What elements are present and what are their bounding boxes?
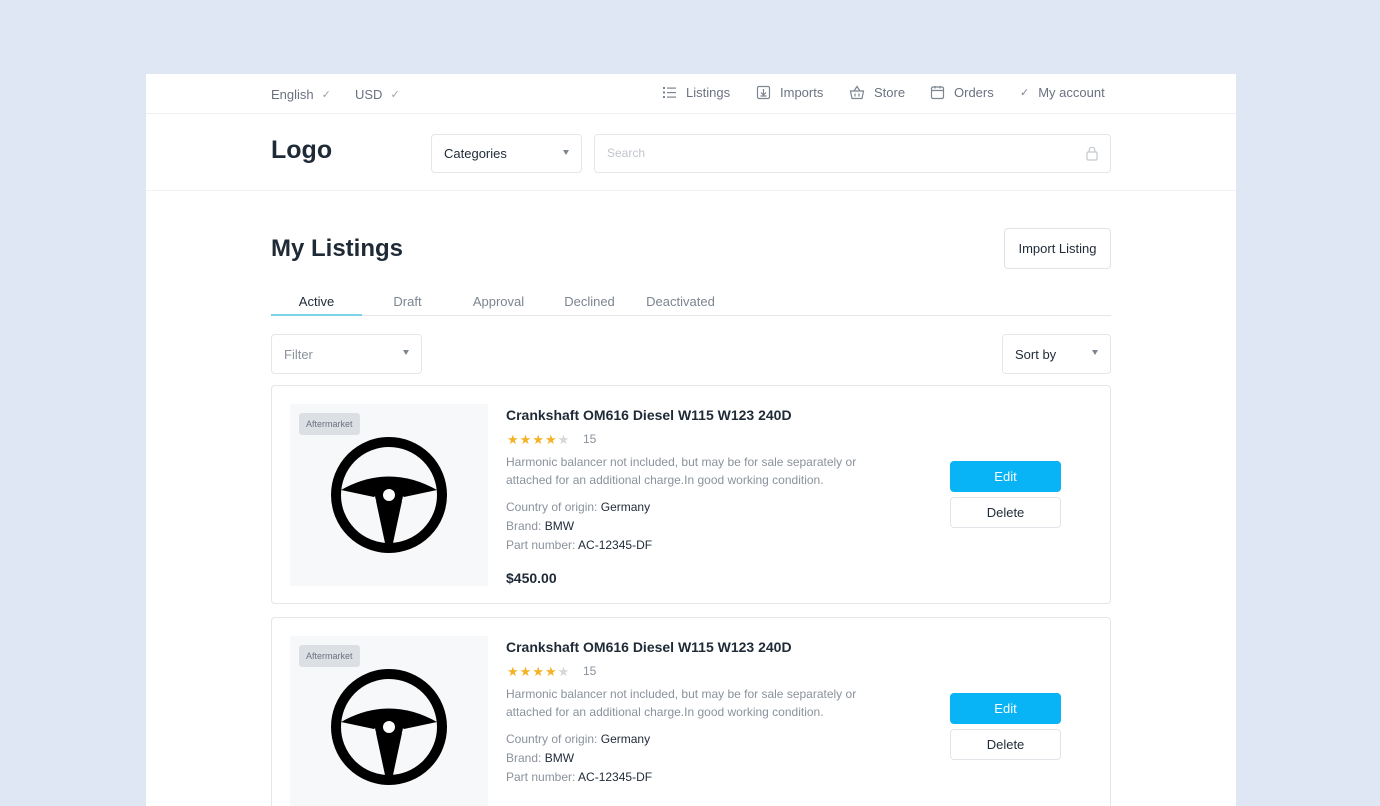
sort-dropdown[interactable]: Sort by bbox=[1002, 334, 1111, 374]
caret-down-icon bbox=[403, 350, 409, 355]
star-icon: ★ bbox=[532, 664, 545, 679]
brand-row: Brand: BMW bbox=[506, 751, 574, 765]
tab-draft[interactable]: Draft bbox=[362, 294, 453, 309]
origin-row: Country of origin: Germany bbox=[506, 500, 650, 514]
nav-label: Imports bbox=[780, 85, 824, 100]
part-number-label: Part number: bbox=[506, 538, 576, 552]
star-icon: ★ bbox=[507, 432, 520, 447]
categories-label: Categories bbox=[444, 146, 507, 161]
tab-approval[interactable]: Approval bbox=[453, 294, 544, 309]
rating-stars: ★★★★★ bbox=[507, 664, 570, 680]
origin-row: Country of origin: Germany bbox=[506, 732, 650, 746]
page-title: My Listings bbox=[271, 235, 404, 262]
language-label: English bbox=[271, 87, 314, 102]
filter-label: Filter bbox=[284, 347, 313, 362]
filter-dropdown[interactable]: Filter bbox=[271, 334, 422, 374]
condition-badge: Aftermarket bbox=[299, 645, 360, 667]
nav-label: My account bbox=[1038, 85, 1105, 100]
origin-label: Country of origin: bbox=[506, 500, 598, 514]
star-icon: ★ bbox=[544, 664, 558, 679]
part-number-row: Part number: AC-12345-DF bbox=[506, 770, 652, 784]
listing-tabs: Active Draft Approval Declined Deactivat… bbox=[271, 284, 1111, 316]
nav-item-listings[interactable]: Listings bbox=[662, 85, 730, 100]
star-empty-icon: ★ bbox=[557, 664, 571, 679]
product-name[interactable]: Crankshaft OM616 Diesel W115 W123 240D bbox=[506, 407, 792, 423]
header-divider bbox=[146, 190, 1236, 191]
brand-label: Brand: bbox=[506, 751, 542, 765]
nav-item-orders[interactable]: Orders bbox=[930, 85, 994, 100]
listing-card: Aftermarket Crankshaft OM616 Diesel W115… bbox=[271, 385, 1111, 604]
search-input[interactable] bbox=[607, 135, 1067, 171]
part-number-row: Part number: AC-12345-DF bbox=[506, 538, 652, 552]
listing-card: Aftermarket Crankshaft OM616 Diesel W115… bbox=[271, 617, 1111, 806]
delete-button[interactable]: Delete bbox=[950, 497, 1061, 528]
delete-button[interactable]: Delete bbox=[950, 729, 1061, 760]
product-name[interactable]: Crankshaft OM616 Diesel W115 W123 240D bbox=[506, 639, 792, 655]
brand-value: BMW bbox=[544, 519, 575, 533]
star-icon: ★ bbox=[519, 664, 533, 679]
search-bar[interactable] bbox=[594, 134, 1111, 173]
lock-icon bbox=[1086, 146, 1098, 166]
steering-wheel-icon bbox=[329, 435, 449, 560]
product-description: Harmonic balancer not included, but may … bbox=[506, 455, 857, 487]
sort-label: Sort by bbox=[1015, 347, 1057, 362]
product-image[interactable]: Aftermarket bbox=[290, 636, 488, 806]
star-empty-icon: ★ bbox=[557, 432, 571, 447]
nav-item-my-account[interactable]: ✓ My account bbox=[1020, 85, 1105, 100]
app-page: English ✓ USD ✓ Listings Imports Store O… bbox=[146, 74, 1236, 806]
language-selector[interactable]: English ✓ bbox=[271, 87, 331, 102]
part-number-value: AC-12345-DF bbox=[578, 770, 653, 784]
steering-wheel-icon bbox=[329, 667, 449, 792]
rating-stars: ★★★★★ bbox=[507, 432, 570, 448]
nav-label: Listings bbox=[686, 85, 731, 100]
review-count: 15 bbox=[583, 432, 597, 446]
list-icon bbox=[662, 85, 677, 100]
product-price: $450.00 bbox=[506, 570, 557, 586]
condition-badge: Aftermarket bbox=[299, 413, 360, 435]
product-description: Harmonic balancer not included, but may … bbox=[506, 687, 857, 719]
import-icon bbox=[756, 85, 771, 100]
caret-down-icon bbox=[563, 150, 569, 155]
basket-icon bbox=[849, 85, 865, 100]
nav-label: Orders bbox=[954, 85, 994, 100]
tab-deactivated[interactable]: Deactivated bbox=[635, 294, 726, 309]
calendar-icon bbox=[930, 85, 945, 100]
active-tab-indicator bbox=[271, 314, 362, 316]
part-number-value: AC-12345-DF bbox=[578, 538, 653, 552]
origin-label: Country of origin: bbox=[506, 732, 598, 746]
check-icon: ✓ bbox=[390, 89, 400, 101]
nav-item-imports[interactable]: Imports bbox=[756, 85, 823, 100]
nav-label: Store bbox=[874, 85, 906, 100]
edit-button[interactable]: Edit bbox=[950, 461, 1061, 492]
tab-active[interactable]: Active bbox=[271, 294, 362, 309]
brand-value: BMW bbox=[544, 751, 575, 765]
check-icon: ✓ bbox=[1020, 87, 1030, 99]
import-listing-button[interactable]: Import Listing bbox=[1004, 228, 1111, 269]
edit-button[interactable]: Edit bbox=[950, 693, 1061, 724]
top-bar: English ✓ USD ✓ Listings Imports Store O… bbox=[146, 74, 1236, 114]
brand-label: Brand: bbox=[506, 519, 542, 533]
currency-selector[interactable]: USD ✓ bbox=[355, 87, 400, 102]
review-count: 15 bbox=[583, 664, 597, 678]
origin-value: Germany bbox=[600, 732, 651, 746]
origin-value: Germany bbox=[600, 500, 651, 514]
currency-label: USD bbox=[355, 87, 383, 102]
nav-item-store[interactable]: Store bbox=[849, 85, 905, 100]
caret-down-icon bbox=[1092, 350, 1098, 355]
tab-declined[interactable]: Declined bbox=[544, 294, 635, 309]
product-image[interactable]: Aftermarket bbox=[290, 404, 488, 586]
star-icon: ★ bbox=[507, 664, 520, 679]
brand-row: Brand: BMW bbox=[506, 519, 574, 533]
star-icon: ★ bbox=[544, 432, 558, 447]
categories-dropdown[interactable]: Categories bbox=[431, 134, 582, 173]
star-icon: ★ bbox=[532, 432, 545, 447]
star-icon: ★ bbox=[519, 432, 533, 447]
logo[interactable]: Logo bbox=[271, 136, 332, 165]
check-icon: ✓ bbox=[321, 89, 331, 101]
part-number-label: Part number: bbox=[506, 770, 576, 784]
